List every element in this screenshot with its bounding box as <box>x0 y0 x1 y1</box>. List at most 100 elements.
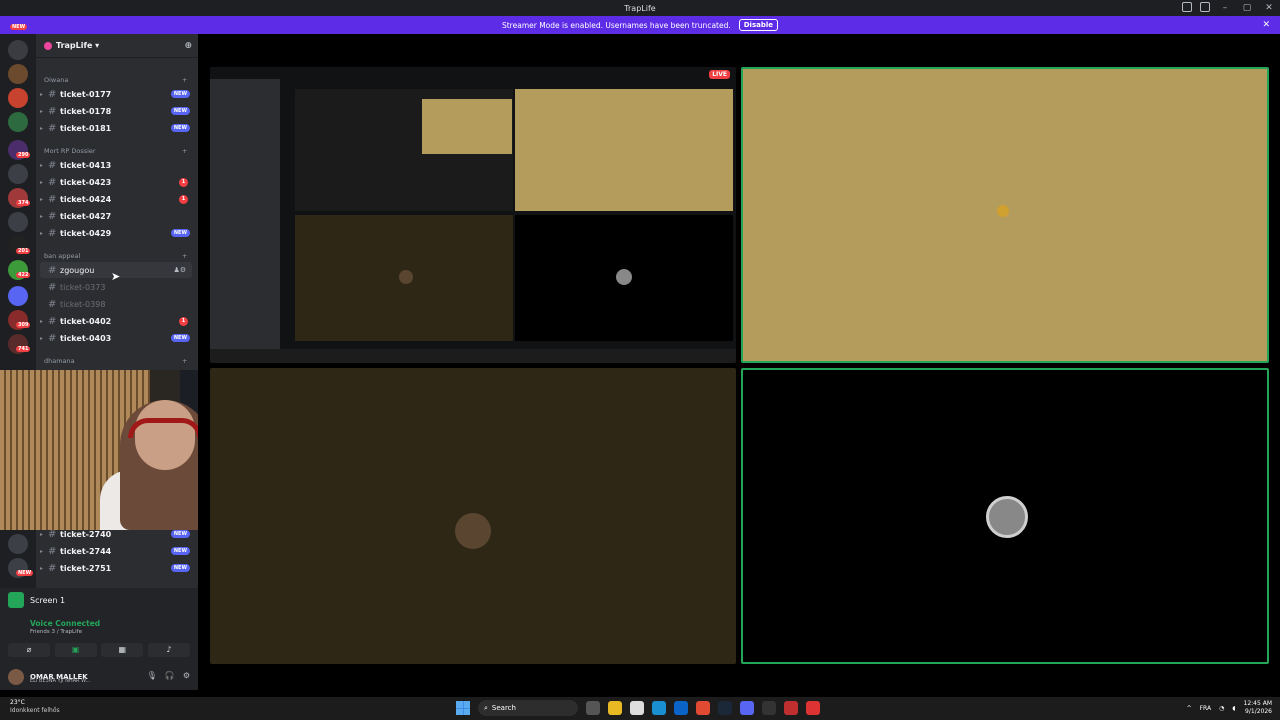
windows-start-icon[interactable] <box>456 701 470 715</box>
file-explorer-icon[interactable] <box>608 701 622 715</box>
task-view-icon[interactable] <box>586 701 600 715</box>
participant-tile[interactable] <box>741 67 1269 363</box>
channel-item[interactable]: ▸ # ticket-0402 1 <box>40 313 192 329</box>
weather-widget[interactable]: 23°C Idonkkent felhős <box>10 699 60 715</box>
home-icon[interactable] <box>8 40 28 60</box>
channel-label: ticket-0427 <box>60 211 112 221</box>
channel-item[interactable]: ▸ # ticket-0429 NEW <box>40 225 192 241</box>
chevron-up-icon[interactable]: ^ <box>1187 705 1192 712</box>
close-icon[interactable]: ✕ <box>1262 20 1270 30</box>
taskbar: 23°C Idonkkent felhős ⌕ Search ^ FRA ◔ ◖ … <box>0 697 1280 720</box>
activities-button[interactable]: ▦ <box>101 643 144 657</box>
channel-label: ticket-0373 <box>60 282 106 292</box>
channel-item[interactable]: ▸ # ticket-2740 NEW <box>40 528 192 542</box>
chevron-icon: ▸ <box>40 212 44 220</box>
hash-icon: # <box>48 176 57 188</box>
participant-tile-speaking[interactable] <box>741 368 1269 664</box>
temperature: 23°C <box>10 699 25 706</box>
category-header[interactable]: Oiwana + <box>44 76 187 84</box>
hash-icon: # <box>48 545 57 557</box>
help-icon[interactable] <box>1200 2 1210 12</box>
server-icon[interactable] <box>8 64 28 84</box>
guild-badge: NEW <box>10 24 28 30</box>
camera-button[interactable]: ⌀ <box>8 643 50 657</box>
edge-icon[interactable] <box>652 701 666 715</box>
screen-share-row[interactable]: Screen 1 <box>8 592 65 608</box>
channel-item[interactable]: ▸ # ticket-0427 <box>40 208 192 224</box>
server-header[interactable]: TrapLife ▾ ⊕ <box>36 34 198 58</box>
app-icon[interactable] <box>784 701 798 715</box>
channel-item[interactable]: ▸ # ticket-2744 NEW <box>40 543 192 559</box>
channel-item[interactable]: ▸ # ticket-0424 1 <box>40 191 192 207</box>
close-window-button[interactable]: ✕ <box>1258 0 1280 16</box>
share-screen-button[interactable]: ▣ <box>54 643 97 657</box>
chevron-icon: ▸ <box>40 317 44 325</box>
channel-item[interactable]: ▸ # ticket-0413 <box>40 157 192 173</box>
category-header[interactable]: Mort RP Dossier + <box>44 147 187 155</box>
hash-icon: # <box>48 562 57 574</box>
add-channel-icon[interactable]: + <box>182 147 187 155</box>
channel-item[interactable]: ▸ # ticket-0178 NEW <box>40 103 192 119</box>
steam-icon[interactable] <box>718 701 732 715</box>
user-panel[interactable]: OMAR MALLEK ELI BE3NA YJI NHAR W... 🎙 🎧 ⚙ <box>8 668 190 686</box>
lang-indicator[interactable]: FRA <box>1200 705 1211 712</box>
add-member-icon[interactable]: ⊕ <box>184 41 192 51</box>
category-label: Oiwana <box>44 76 69 84</box>
clock[interactable]: 12:45 AM 9/1/2026 <box>1244 700 1272 716</box>
system-tray: ^ FRA ◔ ◖ 12:45 AM 9/1/2026 <box>1187 700 1272 716</box>
headphones-icon[interactable]: 🎧 <box>165 671 175 680</box>
channel-item[interactable]: ▸ # ticket-0403 NEW <box>40 330 192 346</box>
chrome-icon[interactable] <box>696 701 710 715</box>
disable-button[interactable]: Disable <box>738 19 778 31</box>
server-icon[interactable] <box>8 88 28 108</box>
mail-icon[interactable] <box>674 701 688 715</box>
participant-tile[interactable] <box>210 368 736 664</box>
channel-list-bottom: ▸ # ticket-2740 NEW ▸ # ticket-2744 NEW ▸ # tick… <box>36 528 198 588</box>
app-icon[interactable] <box>806 701 820 715</box>
channel-item[interactable]: # ticket-0398 <box>40 296 192 312</box>
category-header[interactable]: ban appeal + <box>44 252 187 260</box>
search-box[interactable]: ⌕ Search <box>478 700 578 716</box>
store-icon[interactable] <box>630 701 644 715</box>
avatar[interactable] <box>8 669 24 685</box>
new-badge: NEW <box>170 547 190 555</box>
channel-settings-icon[interactable]: ♟⚙ <box>173 266 186 274</box>
mic-icon[interactable]: 🎙 <box>147 671 157 680</box>
voice-channel[interactable]: Friends 3 / TrapLife <box>30 629 82 635</box>
channel-label: ticket-0398 <box>60 299 106 309</box>
channel-label: ticket-0413 <box>60 160 112 170</box>
chevron-icon: ▸ <box>40 547 44 555</box>
discord-icon[interactable] <box>740 701 754 715</box>
add-channel-icon[interactable]: + <box>182 357 187 365</box>
channel-item[interactable]: ▸ # ticket-2751 NEW <box>40 560 192 576</box>
category-header[interactable]: dhamana + <box>44 357 187 365</box>
inbox-icon[interactable] <box>1182 2 1192 12</box>
chevron-icon: ▸ <box>40 90 44 98</box>
mention-badge: 1 <box>179 194 188 204</box>
add-channel-icon[interactable]: + <box>182 252 187 260</box>
avatar <box>455 513 491 549</box>
weather-text: Idonkkent felhős <box>10 707 60 714</box>
channel-item[interactable]: ▸ # ticket-0177 NEW <box>40 86 192 102</box>
new-badge: NEW <box>170 124 190 132</box>
add-channel-icon[interactable]: + <box>182 76 187 84</box>
server-icon[interactable] <box>8 534 28 554</box>
volume-icon[interactable]: ◖ <box>1232 705 1235 712</box>
maximize-button[interactable]: ▢ <box>1236 0 1258 16</box>
channel-item[interactable]: ▸ # ticket-0181 NEW <box>40 120 192 136</box>
live-badge: LIVE <box>709 70 730 79</box>
server-icon[interactable] <box>8 286 28 306</box>
screen-share-tile[interactable]: LIVE <box>210 67 736 363</box>
gear-icon[interactable]: ⚙ <box>183 671 190 680</box>
voice-status[interactable]: Voice Connected <box>30 619 100 628</box>
minimize-button[interactable]: – <box>1214 0 1236 16</box>
server-icon[interactable] <box>8 164 28 184</box>
wifi-icon[interactable]: ◔ <box>1219 705 1224 712</box>
hash-icon: # <box>48 88 57 100</box>
channel-item[interactable]: ▸ # ticket-0423 1 <box>40 174 192 190</box>
soundboard-button[interactable]: ♪ <box>147 643 190 657</box>
hash-icon: # <box>48 528 57 540</box>
server-icon[interactable] <box>8 212 28 232</box>
server-icon[interactable] <box>8 112 28 132</box>
obs-icon[interactable] <box>762 701 776 715</box>
